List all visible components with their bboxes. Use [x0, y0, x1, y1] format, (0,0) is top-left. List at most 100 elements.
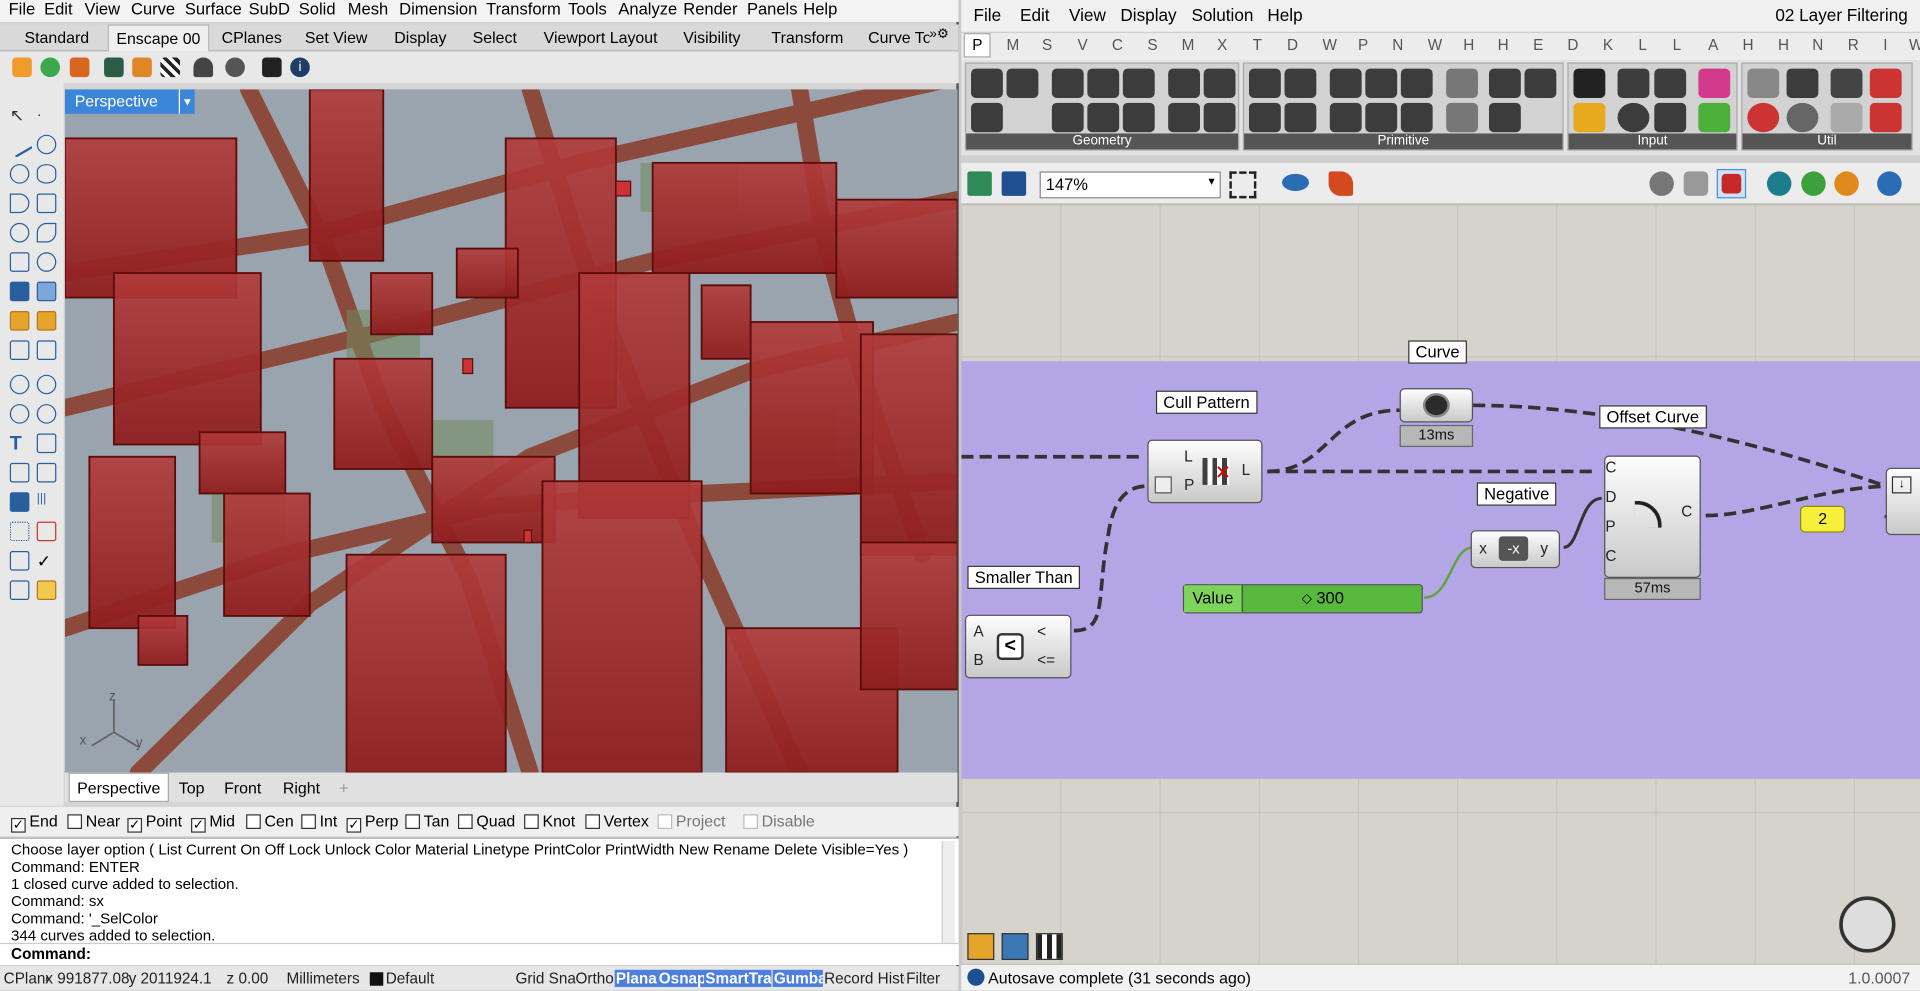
enscape-start-icon[interactable] — [12, 57, 32, 78]
explode-icon[interactable] — [36, 311, 57, 331]
domain-param-icon[interactable] — [1329, 102, 1362, 133]
rhino-menu-panels[interactable]: Panels — [747, 0, 798, 18]
rhino-menu-dimension[interactable]: Dimension — [399, 0, 477, 18]
gh-tab[interactable]: M — [1007, 37, 1020, 54]
osnap-disable[interactable]: Disable — [743, 812, 815, 830]
gh-menu-view[interactable]: View — [1069, 5, 1106, 25]
surface-param-icon[interactable] — [1168, 102, 1201, 133]
matrix-param-icon[interactable] — [1446, 68, 1478, 98]
image-sampler-icon[interactable] — [1698, 102, 1731, 133]
cull-widget-icon[interactable] — [1035, 933, 1063, 961]
gh-tab[interactable]: R — [1848, 37, 1859, 54]
status-record-history[interactable]: Record History — [824, 970, 905, 987]
offset-input-p[interactable]: P — [1605, 518, 1615, 535]
smaller-input-a[interactable]: A — [973, 623, 983, 640]
number-slider[interactable]: Value ◇ 300 — [1182, 584, 1423, 614]
gh-tab[interactable]: X — [1217, 37, 1227, 54]
gh-menu-file[interactable]: File — [973, 5, 1001, 25]
status-gumball[interactable]: Gumball — [772, 969, 823, 987]
tab-visibility[interactable]: Visibility — [683, 28, 740, 46]
geometry-icon[interactable] — [971, 68, 1003, 98]
gh-tab[interactable]: P — [1358, 37, 1368, 54]
panel-param-icon[interactable] — [1617, 68, 1650, 98]
tab-viewport-layout[interactable]: Viewport Layout — [544, 28, 658, 46]
viewtab-perspective[interactable]: Perspective — [68, 772, 169, 803]
check-icon[interactable]: ✓ — [37, 551, 57, 571]
preview-shaded-icon[interactable] — [1683, 171, 1709, 196]
command-scrollbar[interactable] — [941, 841, 956, 945]
status-layer[interactable]: Default — [386, 970, 435, 987]
flask-icon[interactable] — [1869, 102, 1902, 133]
rhino-menu-transform[interactable]: Transform — [486, 0, 561, 18]
gh-tab[interactable]: T — [1253, 37, 1262, 54]
tab-display[interactable]: Display — [394, 28, 446, 46]
colour-param-icon[interactable] — [1365, 68, 1398, 98]
mesh-param-icon[interactable] — [1203, 68, 1236, 98]
gh-tab[interactable]: A — [1708, 37, 1718, 54]
open-file-icon[interactable] — [967, 171, 992, 196]
mirror-icon[interactable] — [36, 462, 57, 483]
gh-tab[interactable]: H — [1742, 37, 1753, 54]
gh-menu-edit[interactable]: Edit — [1020, 5, 1050, 25]
split-icon[interactable] — [36, 340, 57, 361]
osnap-near[interactable]: Near — [67, 812, 120, 830]
gh-tab[interactable]: M — [1182, 37, 1195, 54]
line-param-icon[interactable] — [1051, 102, 1084, 133]
gh-tab[interactable]: V — [1078, 37, 1088, 54]
button-input-icon[interactable] — [1617, 102, 1650, 133]
galapagos-icon[interactable] — [1747, 68, 1780, 98]
gh-tab-params[interactable]: P — [963, 33, 992, 58]
integer-param-icon[interactable] — [1248, 102, 1281, 133]
smaller-output-lte[interactable]: <= — [1037, 651, 1055, 668]
box-icon[interactable] — [9, 281, 30, 302]
grasshopper-widget-icon[interactable] — [967, 933, 995, 961]
smaller-input-b[interactable]: B — [973, 651, 983, 668]
paint-icon[interactable] — [36, 580, 57, 601]
add-viewport-icon[interactable]: + — [339, 779, 348, 797]
more-tabs-icon[interactable]: »⚙ — [929, 26, 949, 42]
select-grid-icon[interactable] — [9, 521, 30, 542]
graph-mapper-icon[interactable] — [1654, 68, 1687, 98]
osnap-int[interactable]: Int — [301, 812, 337, 830]
move-icon[interactable] — [9, 404, 30, 424]
status-cplane[interactable]: CPlane — [4, 970, 48, 987]
hoopsnake-icon[interactable] — [1786, 102, 1819, 133]
rectangle-icon[interactable] — [36, 193, 57, 214]
negative-node[interactable]: x -x y — [1470, 530, 1561, 569]
extrude-icon[interactable] — [36, 281, 57, 302]
offset-input-c[interactable]: C — [1605, 459, 1616, 476]
circular-arc-icon[interactable] — [1087, 68, 1120, 98]
screenshot-icon[interactable] — [69, 57, 90, 78]
gh-tab[interactable]: N — [1812, 37, 1823, 54]
layer-icon[interactable] — [9, 551, 30, 571]
panel-label[interactable]: Primitive — [1244, 133, 1563, 150]
cluster-icon[interactable] — [1869, 68, 1902, 98]
curve-param-icon[interactable] — [1006, 68, 1039, 98]
cull-input-p[interactable]: P — [1184, 476, 1194, 493]
join-icon[interactable] — [9, 374, 30, 395]
gh-tab[interactable]: L — [1673, 37, 1682, 54]
osnap-vertex[interactable]: Vertex — [585, 812, 649, 830]
shader-param-icon[interactable] — [1488, 68, 1521, 98]
rhino-menu-analyze[interactable]: Analyze — [618, 0, 677, 18]
refresh-icon[interactable] — [40, 57, 61, 78]
rhino-menu-mesh[interactable]: Mesh — [348, 0, 388, 18]
gh-tab[interactable]: W — [1909, 37, 1920, 54]
smaller-than-node[interactable]: A B < < <= — [964, 614, 1072, 679]
fitness-icon[interactable] — [1786, 68, 1819, 98]
preview-selected-toggle[interactable] — [1716, 168, 1747, 199]
rhino-menu-surface[interactable]: Surface — [185, 0, 242, 18]
cull-input-l[interactable]: L — [1184, 448, 1193, 465]
render-icon[interactable] — [132, 57, 152, 78]
box-param-icon[interactable] — [1122, 68, 1155, 98]
gh-tab[interactable]: W — [1322, 37, 1336, 54]
gh-tab[interactable]: H — [1498, 37, 1509, 54]
panel-label[interactable]: Input — [1568, 133, 1737, 150]
tab-select[interactable]: Select — [473, 28, 517, 46]
circle-param-icon[interactable] — [1051, 68, 1084, 98]
polyline-icon[interactable] — [36, 134, 57, 155]
fillet-icon[interactable] — [36, 222, 57, 243]
field-param-icon[interactable] — [1524, 68, 1557, 98]
import-icon[interactable] — [1573, 68, 1606, 98]
preview-eye-icon[interactable] — [1282, 173, 1309, 192]
